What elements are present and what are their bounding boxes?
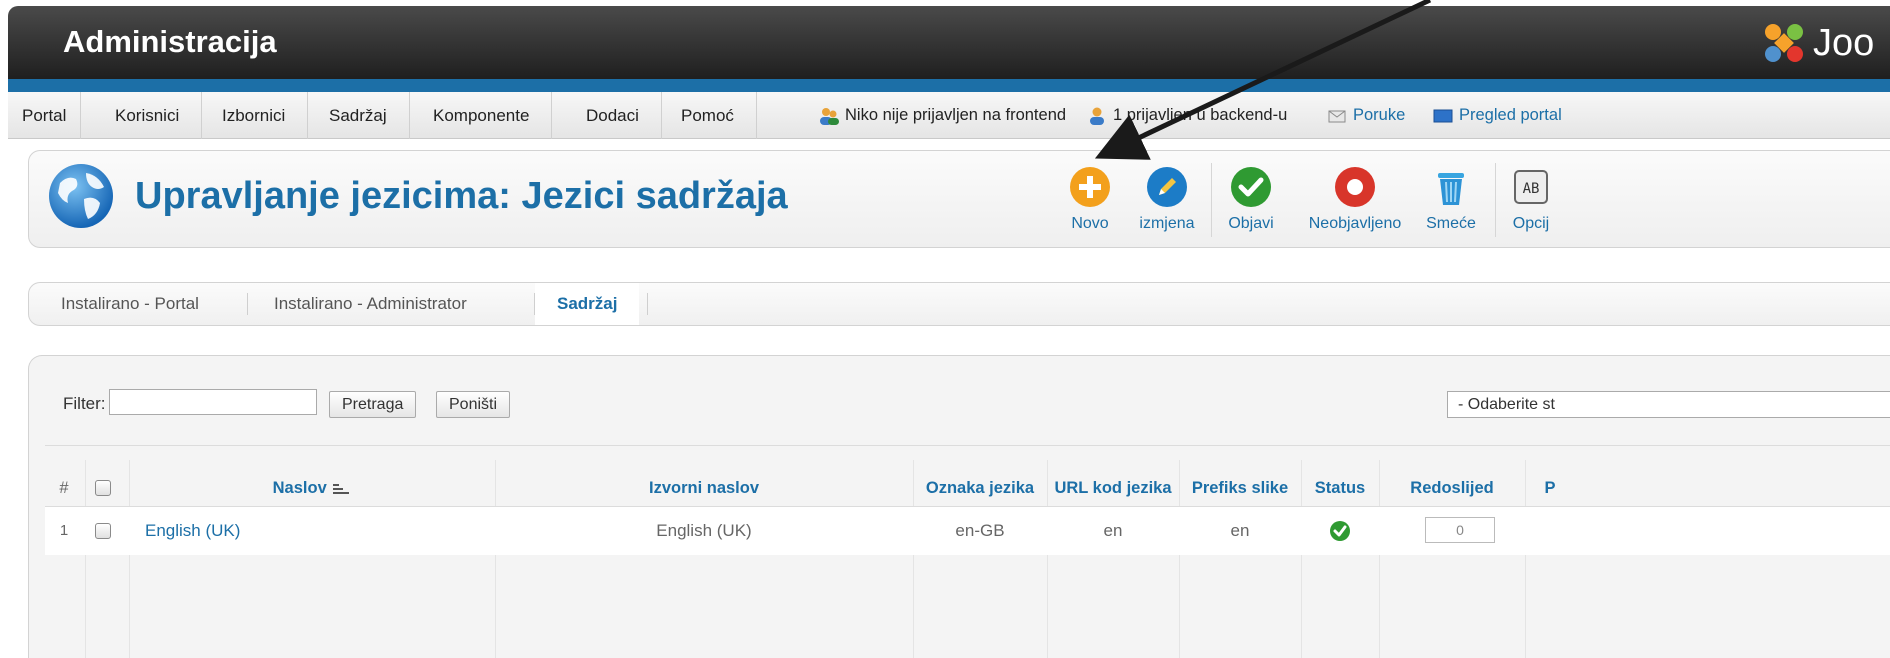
svg-text:AB: AB <box>1523 181 1540 197</box>
menu-item-sadrzaj[interactable]: Sadržaj <box>307 92 410 139</box>
menu-item-dodaci[interactable]: Dodaci <box>564 92 662 139</box>
joomla-logo-icon <box>1765 24 1803 62</box>
content-panel: Filter: Pretraga Poništi - Odaberite st … <box>28 355 1890 658</box>
row-number: 1 <box>59 522 69 539</box>
publish-button[interactable]: Objavi <box>1221 165 1281 233</box>
row-image-prefix: en <box>1230 521 1250 540</box>
toolbar-box: Upravljanje jezicima: Jezici sadržaja No… <box>28 150 1890 248</box>
options-button-label: Opcij <box>1512 215 1550 232</box>
monitor-icon <box>1433 109 1453 122</box>
header-title: Administracija <box>63 24 277 59</box>
envelope-icon <box>1328 110 1346 122</box>
state-select[interactable]: - Odaberite st <box>1447 391 1890 418</box>
options-icon: AB <box>1514 170 1548 204</box>
tab-divider <box>647 293 648 315</box>
column-header-title[interactable]: Naslov <box>129 470 495 506</box>
menu-item-komponente[interactable]: Komponente <box>411 92 553 139</box>
edit-button[interactable]: izmjena <box>1127 165 1207 233</box>
published-status-icon[interactable] <box>1329 520 1351 542</box>
column-header-ordering[interactable]: Redoslijed <box>1379 470 1525 506</box>
menu-item-portal[interactable]: Portal <box>8 92 82 139</box>
messages-link[interactable]: Poruke <box>1326 92 1405 139</box>
messages-label: Poruke <box>1353 106 1406 124</box>
header-stripe <box>8 79 1890 92</box>
globe-icon <box>49 164 113 228</box>
sort-ascending-icon <box>333 483 350 494</box>
unpublish-button-label: Neobjavljeno <box>1308 215 1402 232</box>
publish-button-label: Objavi <box>1228 215 1274 232</box>
toolbar-divider <box>1211 163 1212 237</box>
tab-installed-administrator[interactable]: Instalirano - Administrator <box>274 283 467 325</box>
reset-button[interactable]: Poništi <box>436 391 511 418</box>
tab-divider <box>247 293 248 315</box>
options-button[interactable]: AB Opcij <box>1499 165 1563 233</box>
page-title: Upravljanje jezicima: Jezici sadržaja <box>135 175 788 217</box>
column-divider <box>85 460 86 658</box>
row-language-tag: en-GB <box>955 521 1005 540</box>
menu-item-korisnici[interactable]: Korisnici <box>93 92 203 139</box>
column-header-image-prefix[interactable]: Prefiks slike <box>1179 470 1301 506</box>
unpublish-button[interactable]: Neobjavljeno <box>1295 165 1415 233</box>
backend-status: 1 prijavljen u backend-u <box>1086 92 1287 139</box>
user-icon <box>1090 107 1104 125</box>
checkmark-icon <box>1231 167 1271 207</box>
unpublish-icon <box>1335 167 1375 207</box>
column-header-title-label: Naslov <box>272 479 327 497</box>
row-title-link[interactable]: English (UK) <box>145 507 485 555</box>
column-header-native-title[interactable]: Izvorni naslov <box>495 470 913 506</box>
trash-icon <box>1438 173 1464 205</box>
column-header-number: # <box>59 479 69 497</box>
column-header-p[interactable]: P <box>1525 470 1575 506</box>
row-checkbox[interactable] <box>95 523 111 539</box>
column-header-language-tag[interactable]: Oznaka jezika <box>913 470 1047 506</box>
trash-button[interactable]: Smeće <box>1421 165 1481 233</box>
main-menu: Portal Korisnici Izbornici Sadržaj Kompo… <box>8 92 1890 139</box>
filter-label: Filter: <box>63 394 106 413</box>
menu-item-pomoc[interactable]: Pomoć <box>659 92 757 139</box>
toolbar-divider <box>1495 163 1496 237</box>
backend-status-label: 1 prijavljen u backend-u <box>1113 106 1288 124</box>
select-all-checkbox[interactable] <box>95 480 111 496</box>
language-tabs: Instalirano - Portal Instalirano - Admin… <box>28 282 1890 326</box>
pencil-icon <box>1147 167 1187 207</box>
row-url-code: en <box>1103 521 1123 540</box>
tab-content[interactable]: Sadržaj <box>535 283 640 325</box>
preview-site-link[interactable]: Pregled portal <box>1432 92 1562 139</box>
row-native-title: English (UK) <box>656 521 752 540</box>
plus-icon <box>1070 167 1110 207</box>
menu-item-izbornici[interactable]: Izbornici <box>200 92 309 139</box>
logo-text: Joo <box>1813 21 1875 64</box>
edit-button-label: izmjena <box>1139 215 1195 232</box>
trash-button-label: Smeće <box>1426 215 1476 232</box>
tab-installed-site[interactable]: Instalirano - Portal <box>61 283 199 325</box>
frontend-status-label: Niko nije prijavljen na frontend <box>845 106 1067 124</box>
filter-divider <box>45 445 1890 446</box>
column-header-url-code[interactable]: URL kod jezika <box>1047 470 1179 506</box>
frontend-status: Niko nije prijavljen na frontend <box>818 92 1066 139</box>
preview-site-label: Pregled portal <box>1459 106 1562 124</box>
row-ordering-input[interactable] <box>1425 517 1495 543</box>
filter-input[interactable] <box>109 389 317 415</box>
search-button[interactable]: Pretraga <box>329 391 417 418</box>
column-header-status[interactable]: Status <box>1301 470 1379 506</box>
users-icon <box>820 107 839 125</box>
new-button[interactable]: Novo <box>1055 165 1125 233</box>
joomla-logo[interactable]: Joo <box>1761 20 1874 66</box>
new-button-label: Novo <box>1071 215 1109 232</box>
admin-header: Administracija Joo <box>8 6 1890 79</box>
